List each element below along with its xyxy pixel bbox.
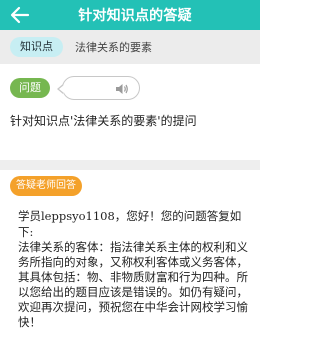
question-badge: 问题 <box>10 78 50 98</box>
answer-content: 学员leppsyo1108，您好！您的问题答复如下: 法律关系的客体：指法律关系… <box>18 208 254 330</box>
header-bar: 针对知识点的答疑 <box>0 0 260 30</box>
answer-greeting: 学员leppsyo1108，您好！您的问题答复如下: <box>18 209 242 239</box>
answer-badge: 答疑老师回答 <box>10 176 82 196</box>
section-divider <box>0 160 260 170</box>
speaker-icon <box>116 84 128 94</box>
voice-play-button[interactable] <box>57 76 140 100</box>
page-title: 针对知识点的答疑 <box>78 8 192 24</box>
question-header: 问题 <box>10 76 250 100</box>
answer-detail-screen: 针对知识点的答疑 知识点 法律关系的要素 问题 针对知识点'法律关系的要素'的提… <box>0 0 260 340</box>
back-button[interactable] <box>6 2 34 28</box>
answer-body: 法律关系的客体：指法律关系主体的权利和义务所指向的对象，又称权利客体或义务客体，… <box>18 240 248 329</box>
topic-name: 法律关系的要素 <box>75 41 152 54</box>
arrow-left-icon <box>10 6 30 24</box>
topic-tag: 知识点 <box>10 37 63 57</box>
question-text: 针对知识点'法律关系的要素'的提问 <box>10 114 197 128</box>
topic-bar: 知识点 法律关系的要素 <box>0 30 260 64</box>
